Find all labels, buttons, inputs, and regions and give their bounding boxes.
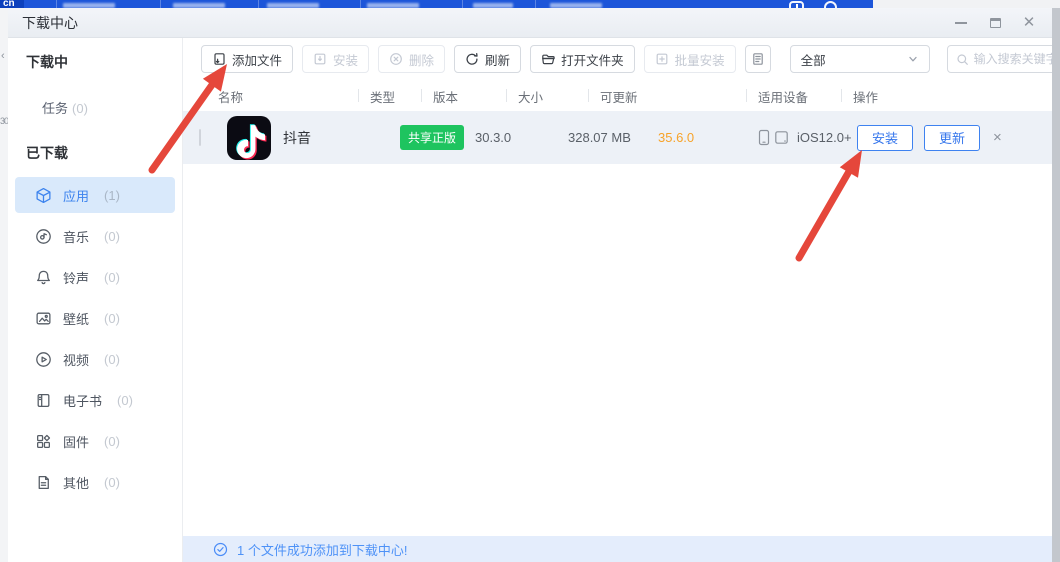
column-updatable: 可更新 — [600, 87, 758, 106]
firmware-icon — [35, 433, 52, 450]
download-icon — [789, 1, 804, 8]
column-devices: 适用设备 — [758, 87, 853, 106]
toolbar: 添加文件 安装 删除 刷新 打开文件夹 — [183, 38, 1052, 73]
column-name: 名称 — [218, 87, 370, 106]
file-icon — [35, 474, 52, 491]
maximize-button[interactable] — [986, 14, 1004, 32]
row-remove-icon[interactable]: × — [993, 129, 1002, 146]
background-window-tabbar — [0, 0, 873, 8]
sidebar-item-ringtones[interactable]: 铃声(0) — [15, 259, 175, 295]
row-update-button[interactable]: 更新 — [924, 125, 980, 151]
minimize-icon — [955, 22, 967, 24]
sidebar-item-wallpapers[interactable]: 壁纸(0) — [15, 300, 175, 336]
search-box — [947, 45, 1052, 73]
sidebar-item-firmware[interactable]: 固件(0) — [15, 423, 175, 459]
update-version: 35.6.0 — [658, 130, 758, 145]
sidebar-item-music[interactable]: 音乐(0) — [15, 218, 175, 254]
check-circle-icon — [213, 542, 228, 557]
open-folder-button[interactable]: 打开文件夹 — [530, 45, 635, 73]
search-icon — [956, 53, 969, 66]
sidebar: 下载中 任务(0) 已下载 应用(1) 音乐(0) 铃声(0) — [8, 38, 183, 562]
main-content: 添加文件 安装 删除 刷新 打开文件夹 — [183, 38, 1052, 562]
row-checkbox[interactable] — [199, 129, 201, 146]
wallpaper-icon — [35, 310, 52, 327]
download-center-window: 下载中心 ✕ 下载中 任务(0) 已下载 应用(1) 音乐(0) — [8, 8, 1052, 562]
bell-icon — [35, 269, 52, 286]
background-window-top: cn — [0, 0, 1060, 8]
tablet-icon — [774, 130, 789, 145]
search-input[interactable] — [974, 52, 1052, 66]
section-title-downloaded: 已下载 — [26, 143, 182, 163]
sidebar-item-videos[interactable]: 视频(0) — [15, 341, 175, 377]
music-disc-icon — [35, 228, 52, 245]
refresh-circle-icon — [824, 1, 837, 8]
column-type: 类型 — [370, 87, 433, 106]
window-title: 下载中心 — [22, 13, 78, 33]
app-name: 抖音 — [283, 128, 311, 148]
row-install-button[interactable]: 安装 — [857, 125, 913, 151]
install-icon — [313, 52, 327, 66]
table-header: 名称 类型 版本 大小 可更新 适用设备 操作 — [183, 81, 1052, 111]
brand-logo: cn — [0, 0, 24, 8]
background-window-right-edge — [1052, 8, 1060, 562]
delete-button[interactable]: 删除 — [378, 45, 445, 73]
table-row[interactable]: 抖音 共享正版 30.3.0 328.07 MB 35.6.0 iOS12.0+… — [183, 111, 1052, 164]
sidebar-item-apps[interactable]: 应用(1) — [15, 177, 175, 213]
list-view-button[interactable] — [745, 45, 771, 73]
device-requirement: iOS12.0+ — [797, 130, 852, 145]
license-badge: 共享正版 — [400, 125, 464, 150]
install-button[interactable]: 安装 — [302, 45, 369, 73]
titlebar: 下载中心 ✕ — [8, 8, 1052, 38]
refresh-icon — [465, 52, 479, 66]
video-play-icon — [35, 351, 52, 368]
add-file-icon — [212, 52, 226, 66]
maximize-icon — [990, 18, 1001, 28]
batch-install-icon — [655, 52, 669, 66]
app-version: 30.3.0 — [475, 130, 568, 145]
batch-install-button[interactable]: 批量安装 — [644, 45, 736, 73]
list-view-icon — [751, 52, 765, 66]
column-actions: 操作 — [853, 87, 1052, 106]
phone-icon — [758, 129, 770, 146]
status-message: 1 个文件成功添加到下载中心! — [237, 540, 407, 559]
folder-icon — [541, 52, 555, 66]
empty-list-area — [183, 164, 1052, 562]
section-title-downloading: 下载中 — [26, 52, 182, 72]
add-file-button[interactable]: 添加文件 — [201, 45, 293, 73]
close-icon: ✕ — [1023, 15, 1036, 30]
cube-icon — [35, 187, 52, 204]
filter-value: 全部 — [801, 50, 826, 69]
sidebar-item-ebooks[interactable]: 电子书(0) — [15, 382, 175, 418]
sidebar-item-tasks[interactable]: 任务(0) — [42, 98, 182, 117]
refresh-button[interactable]: 刷新 — [454, 45, 521, 73]
delete-icon — [389, 52, 403, 66]
background-window-left-edge: ‹ 30 — [0, 8, 8, 562]
sidebar-item-others[interactable]: 其他(0) — [15, 464, 175, 500]
close-button[interactable]: ✕ — [1020, 14, 1038, 32]
ebook-icon — [35, 392, 52, 409]
app-size: 328.07 MB — [568, 130, 658, 145]
chevron-down-icon — [907, 53, 919, 65]
minimize-button[interactable] — [952, 14, 970, 32]
filter-dropdown[interactable]: 全部 — [790, 45, 930, 73]
status-bar: 1 个文件成功添加到下载中心! — [183, 536, 1052, 562]
tiktok-app-icon — [227, 116, 271, 160]
